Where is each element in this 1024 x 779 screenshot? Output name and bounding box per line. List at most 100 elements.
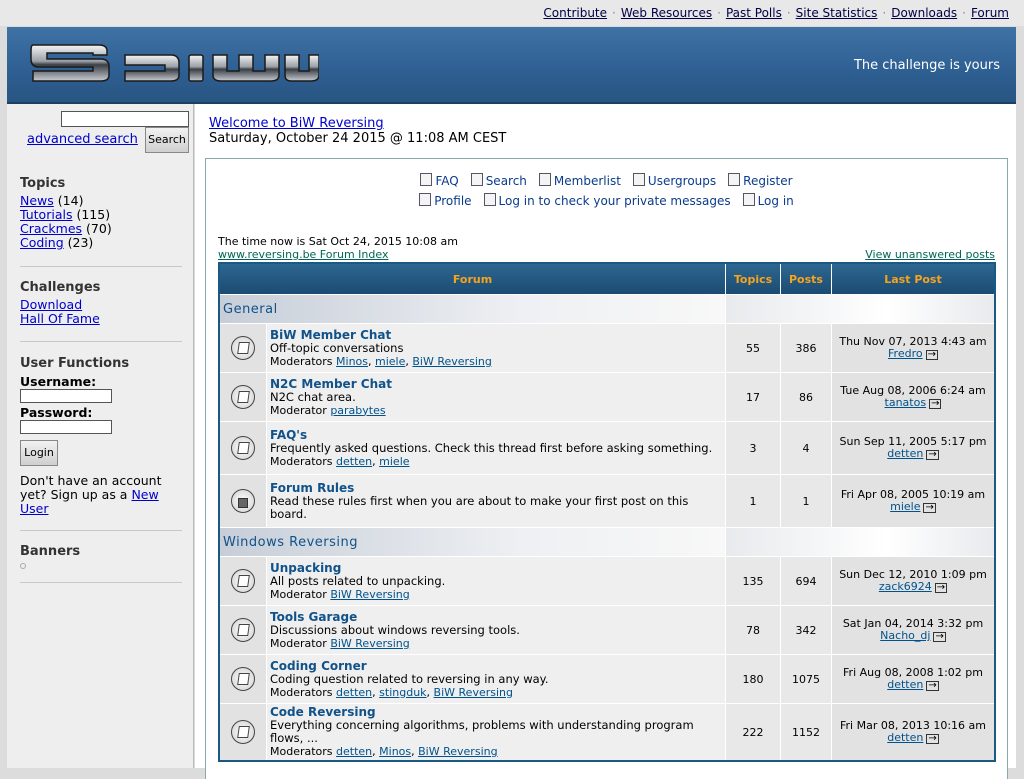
top-link-past-polls[interactable]: Past Polls (726, 6, 782, 20)
challenge-download-link[interactable]: Download (20, 297, 82, 312)
last-post-user-link[interactable]: detten (887, 678, 923, 691)
last-post-user-link[interactable]: detten (887, 447, 923, 460)
moderator-link[interactable]: Minos (379, 745, 411, 758)
moderators-label: Moderators (270, 685, 333, 699)
topic-link-coding[interactable]: Coding (20, 235, 64, 250)
forum-index-link[interactable]: www.reversing.be Forum Index (218, 248, 388, 261)
advanced-search-link[interactable]: advanced search (27, 132, 138, 147)
view-latest-post-icon[interactable]: → (926, 734, 939, 744)
top-nav-bar: Contribute · Web Resources · Past Polls · Site… (0, 0, 1024, 26)
nav-label: Memberlist (553, 174, 621, 188)
forum-name-link[interactable]: Forum Rules (270, 481, 354, 495)
last-post-user-link[interactable]: miele (890, 500, 920, 513)
nav-faq[interactable]: FAQ (420, 173, 459, 188)
topic-item: Coding (23) (20, 236, 182, 250)
forum-info: Coding Corner Coding question related to … (266, 654, 726, 704)
forum-posts-count: 694 (780, 556, 832, 606)
forum-row: Coding Corner Coding question related to … (218, 654, 996, 704)
messages-icon (483, 193, 496, 206)
topic-item: Crackmes (70) (20, 222, 182, 236)
site-banner: The challenge is yours (7, 27, 1016, 104)
topic-link-crackmes[interactable]: Crackmes (20, 221, 82, 236)
forum-name-link[interactable]: N2C Member Chat (270, 377, 392, 391)
view-latest-post-icon[interactable]: → (933, 632, 946, 642)
nav-memberlist[interactable]: Memberlist (538, 173, 621, 188)
nav-login[interactable]: Log in (742, 193, 794, 208)
topic-item: Tutorials (115) (20, 208, 182, 222)
moderator-link[interactable]: BiW Reversing (330, 637, 409, 650)
forum-moderators: Moderators detten, Minos, BiW Reversing (270, 745, 498, 758)
view-latest-post-icon[interactable]: → (926, 450, 939, 460)
moderator-link[interactable]: BiW Reversing (434, 686, 513, 699)
challenge-hall-of-fame-link[interactable]: Hall Of Fame (20, 311, 100, 326)
topics-title: Topics (20, 176, 66, 191)
search-button[interactable]: Search (145, 127, 189, 153)
top-link-site-statistics[interactable]: Site Statistics (796, 6, 878, 20)
divider (20, 266, 182, 267)
forum-folder-icon (231, 667, 255, 691)
forum-last-post: Thu Nov 07, 2013 4:43 am Fredro → (831, 323, 996, 373)
link-separator: · (962, 6, 966, 20)
last-post-user-link[interactable]: Fredro (888, 347, 923, 360)
forum-folder-icon (231, 720, 255, 744)
forum-name-link[interactable]: Tools Garage (270, 610, 357, 624)
unanswered-posts-link[interactable]: View unanswered posts (865, 248, 995, 261)
forum-name-link[interactable]: Coding Corner (270, 659, 367, 673)
nav-profile[interactable]: Profile (419, 193, 472, 208)
view-latest-post-icon[interactable]: → (934, 583, 948, 593)
last-post-user-link[interactable]: tanatos (885, 396, 927, 409)
nav-register[interactable]: Register (728, 173, 793, 188)
username-field[interactable] (20, 389, 112, 403)
moderator-link[interactable]: Minos (336, 355, 368, 368)
view-latest-post-icon[interactable]: → (923, 503, 936, 513)
topic-link-tutorials[interactable]: Tutorials (20, 207, 72, 222)
topic-count: (14) (57, 193, 84, 208)
last-post-user-link[interactable]: zack6924 (879, 580, 932, 593)
login-button[interactable]: Login (20, 440, 58, 466)
view-latest-post-icon[interactable]: → (925, 350, 938, 360)
forum-name-link[interactable]: FAQ's (270, 428, 307, 442)
moderator-link[interactable]: stingduk (379, 686, 426, 699)
moderator-link[interactable]: detten (336, 455, 372, 468)
nav-search[interactable]: Search (470, 173, 527, 188)
moderator-link[interactable]: detten (336, 686, 372, 699)
forum-name-link[interactable]: BiW Member Chat (270, 328, 391, 342)
challenges-title: Challenges (20, 280, 101, 295)
forum-name-link[interactable]: Unpacking (270, 561, 341, 575)
moderator-link[interactable]: miele (379, 455, 409, 468)
top-link-forum[interactable]: Forum (971, 6, 1009, 20)
password-label: Password: (20, 405, 93, 420)
moderator-link[interactable]: BiW Reversing (412, 355, 491, 368)
view-latest-post-icon[interactable]: → (929, 399, 942, 409)
view-latest-post-icon[interactable]: → (926, 681, 939, 691)
welcome-link[interactable]: Welcome to BiW Reversing (209, 116, 384, 131)
category-name[interactable]: Windows Reversing (218, 527, 726, 557)
last-post-user-link[interactable]: Nacho_dj (880, 629, 930, 642)
topic-link-news[interactable]: News (20, 193, 54, 208)
moderator-link[interactable]: BiW Reversing (418, 745, 497, 758)
login-icon (742, 193, 755, 206)
search-input[interactable] (61, 111, 189, 127)
banner-placeholder-icon (20, 563, 26, 569)
forum-row: Code Reversing Everything concerning algo… (218, 703, 996, 762)
category-name[interactable]: General (218, 294, 726, 324)
moderator-link[interactable]: miele (375, 355, 405, 368)
moderator-link[interactable]: parabytes (330, 404, 385, 417)
password-field[interactable] (20, 420, 112, 434)
top-link-web-resources[interactable]: Web Resources (621, 6, 712, 20)
last-post-user-link[interactable]: detten (887, 731, 923, 744)
forum-name-link[interactable]: Code Reversing (270, 705, 376, 719)
nav-usergroups[interactable]: Usergroups (632, 173, 716, 188)
top-link-downloads[interactable]: Downloads (891, 6, 957, 20)
top-link-contribute[interactable]: Contribute (543, 6, 607, 20)
forum-posts-count: 1152 (780, 703, 832, 762)
forum-info: N2C Member Chat N2C chat area. Moderator p… (266, 372, 726, 422)
link-separator: · (882, 6, 887, 20)
nav-messages[interactable]: Log in to check your private messages (483, 193, 731, 208)
link-separator: · (786, 6, 791, 20)
moderator-link[interactable]: BiW Reversing (330, 588, 409, 601)
moderator-link[interactable]: detten (336, 745, 372, 758)
forum-last-post: Sun Sep 11, 2005 5:17 pm detten → (831, 421, 996, 475)
forum-info: Tools Garage Discussions about windows re… (266, 605, 726, 655)
forum-info: BiW Member Chat Off-topic conversations Mo… (266, 323, 726, 373)
